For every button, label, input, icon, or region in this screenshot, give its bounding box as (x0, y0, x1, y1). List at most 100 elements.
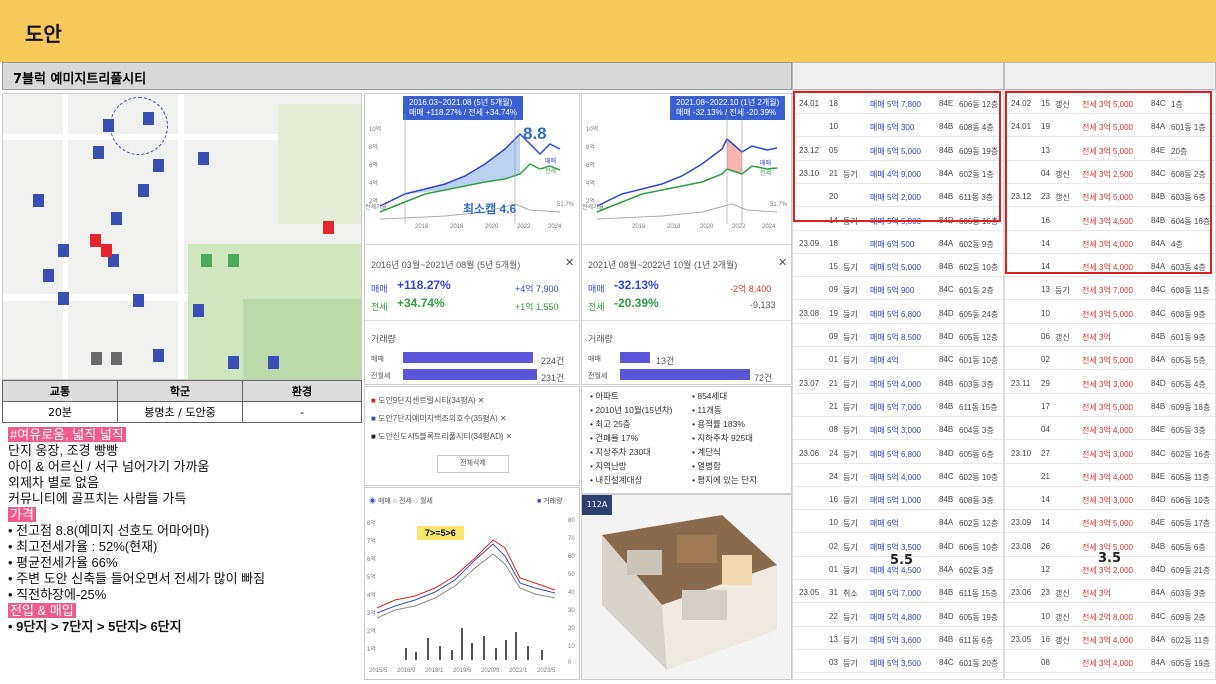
trade-price: 매매 5억 5,000 (870, 263, 921, 273)
trade-price: 매매 6억 (870, 519, 899, 529)
trade-price: 매매 5억 900 (870, 286, 915, 296)
bullet: • 전고점 8.8(예미지 선호도 어마어마) (8, 523, 210, 538)
trade-row: 17 전세 3억 5,000 84B 609동 18층 (1005, 396, 1215, 417)
trade-field: 84E (1151, 471, 1166, 481)
trade-field: 23.11 (1011, 378, 1031, 388)
trade-price: 매매 4억 (870, 356, 899, 366)
trade-field: 611동 15층 (959, 402, 998, 412)
trade-row: 08 등기 매매 5억 3,000 84B 604동 3층 (793, 419, 1003, 441)
trade-row: 03 등기 매매 5억 3,500 84C 601동 20층 (793, 652, 1003, 674)
trade-field: 84B (1151, 332, 1166, 341)
trade-field: 84A (939, 518, 954, 528)
trade-field: 16 (1041, 634, 1050, 644)
trade-field: 84A (1151, 658, 1166, 668)
trade-field: 23.08 (799, 308, 820, 318)
clear-all-button[interactable]: 전체삭제 (437, 455, 509, 473)
bullet-rank: • 9단지 > 7단지 > 5단지> 6단지 (8, 619, 182, 634)
trade-price: 매매 5억 7,000 (870, 589, 921, 599)
trade-price: 전세 3억 4,000 (1082, 426, 1133, 436)
apt-name: 7블럭 예미지트리풀시티 (13, 72, 147, 87)
trade-price: 매매 5억 1,000 (870, 496, 921, 506)
page-title: 도안 (25, 22, 62, 46)
trade-field: 23.09 (799, 238, 820, 248)
trade-field: 14 (1041, 495, 1050, 505)
trade-field: 84B (939, 495, 954, 505)
trade-field: 08 (829, 425, 838, 435)
trade-field: 605동 19층 (1171, 659, 1211, 669)
trade-row: 08 전세 3억 4,000 84A 605동 19층 (1005, 652, 1215, 674)
trade-field: 등기 (843, 472, 858, 482)
trade-field: 등기 (843, 286, 858, 296)
trade-field: 605동 4층 (1171, 379, 1206, 389)
col-env: 환경 (242, 380, 362, 402)
trade-field: 84C (939, 285, 954, 295)
jeonse-ratio: 3.5 (1098, 551, 1122, 566)
trade-price: 전세 3억 7,000 (1082, 286, 1133, 296)
note-line: 단지 웅장, 조경 빵빵 (8, 443, 119, 458)
trade-field: 605동 11층 (1171, 472, 1210, 482)
trade-field: 84D (939, 611, 954, 621)
trade-row: 21 등기 매매 5억 7,000 84B 611동 15층 (793, 396, 1003, 417)
trade-price: 전세 3억 4,000 (1082, 635, 1133, 645)
val-env: - (242, 401, 362, 423)
trade-row: 04 전세 3억 4,000 84E 605동 3층 (1005, 419, 1215, 441)
trade-price: 매매 6억 500 (870, 239, 915, 249)
trade-row: 13 등기 매매 5억 3,600 84B 611동 6층 (793, 629, 1003, 650)
trade-price: 매매 5억 8,500 (870, 333, 921, 342)
header-bar: 도안 (0, 0, 1216, 62)
trade-field: 등기 (843, 333, 858, 342)
trade-field: 84C (1151, 611, 1166, 621)
highlight-recent-sales (793, 91, 1001, 222)
trade-field: 16 (829, 495, 838, 505)
trade-field: 갱신 (1055, 635, 1070, 645)
trade-field: 609동 18층 (1171, 402, 1211, 412)
trade-price: 전세 3억 5,000 (1082, 356, 1133, 366)
tag-move-in: 전입 & 매입 (8, 603, 76, 618)
trade-field: 84B (939, 588, 954, 598)
trade-field: 604동 3층 (959, 426, 994, 436)
price-chart-rise: 2016.03~2021.08 (5년 5개월) 매매 +118.27% / 전세… (364, 93, 580, 385)
trade-field: 606동 10층 (1171, 496, 1211, 506)
complex-info: • 아파트 • 2010년 10월(15년차) • 최고 25층 • 건폐율 1… (581, 386, 792, 494)
trade-field: 609동 21층 (1171, 566, 1211, 575)
trade-row: 24 등기 매매 5억 4,000 84C 602동 10층 (793, 466, 1003, 487)
trade-field: 22 (829, 611, 838, 621)
trade-field: 01 (829, 355, 838, 365)
trade-field: 09 (829, 285, 838, 295)
close-icon[interactable]: ✕ (778, 256, 787, 269)
trade-field: 603동 3층 (959, 379, 994, 389)
trade-field: 27 (1041, 448, 1050, 458)
trade-row: 23.07 21 등기 매매 5억 4,000 84B 603동 3층 (793, 373, 1003, 394)
trade-row: 01전세 3억 1,00084E606동 20층 (1005, 676, 1215, 680)
close-icon[interactable]: ✕ (565, 256, 574, 269)
trade-field: 605동 5층 (1171, 356, 1206, 366)
trade-row: 02 전세 3억 5,000 84A 605동 5층 (1005, 349, 1215, 371)
trade-price: 매매 5억 3,500 (870, 542, 921, 552)
trade-field: 84D (1151, 565, 1166, 574)
trade-field: 등기 (843, 612, 858, 622)
trade-field: 등기 (843, 309, 858, 319)
trade-field: 10 (1041, 308, 1050, 318)
map-view[interactable] (2, 93, 362, 380)
trade-field: 605동 17층 (1171, 519, 1211, 529)
trade-field: 등기 (843, 263, 858, 273)
trade-field: 84C (1151, 308, 1166, 318)
trade-field: 84D (939, 448, 954, 458)
trade-field: 605동 6층 (1171, 542, 1206, 552)
sale-ratio: 5.5 (890, 553, 914, 568)
trade-field: 605동 24층 (959, 309, 999, 319)
tag-spacious: #여유로움, 넓직 넓직 (8, 427, 126, 442)
floorplan-image[interactable]: 112A (581, 494, 792, 680)
sale-header (792, 62, 1004, 90)
note-line: 커뮤니티에 골프치는 사람들 가득 (8, 491, 187, 506)
trade-price: 전세 3억 4,000 (1082, 472, 1133, 482)
trade-field: 등기 (843, 635, 858, 645)
trade-field: 602동 3층 (959, 566, 994, 575)
trade-field: 84A (1151, 634, 1166, 644)
trade-field: 84C (939, 658, 954, 668)
trade-price: 매매 5억 6,800 (870, 449, 921, 459)
trade-field: 84D (1151, 378, 1166, 388)
trade-price: 매매 5억 3,000 (870, 426, 921, 436)
trade-price: 전세 3억 3,000 (1082, 449, 1133, 459)
trade-field: 84A (1151, 588, 1166, 598)
